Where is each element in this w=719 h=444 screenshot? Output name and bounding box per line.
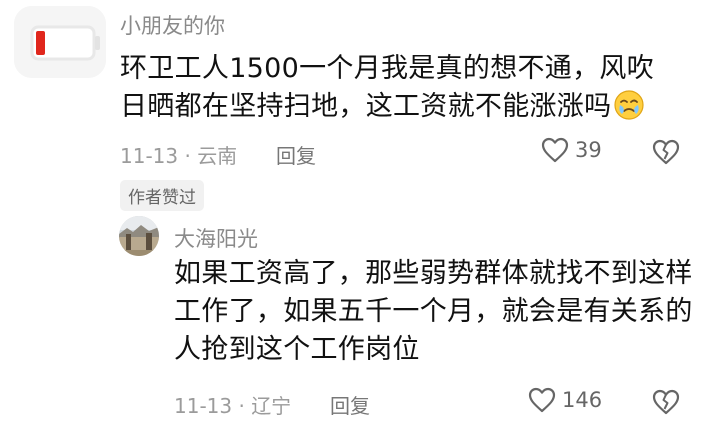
comment-text: 环卫工人1500一个月我是真的想不通，风吹日晒都在坚持扫地，这工资就不能涨涨吗	[120, 50, 680, 132]
heart-icon	[528, 387, 556, 413]
reply-username[interactable]: 大海阳光	[174, 223, 258, 253]
dislike-button[interactable]	[652, 389, 680, 419]
comment-text-content: 环卫工人1500一个月我是真的想不通，风吹日晒都在坚持扫地，这工资就不能涨涨吗	[120, 53, 655, 122]
like-button[interactable]: 39	[541, 137, 602, 163]
like-count: 39	[575, 138, 602, 162]
reply-button[interactable]: 回复	[276, 140, 316, 169]
reply-date-location: 11-13 · 辽宁	[174, 394, 292, 418]
reply-text: 如果工资高了，那些弱势群体就找不到这样工作了，如果五千一个月，就会是有关系的人抢…	[174, 258, 693, 365]
crying-face-icon	[613, 89, 645, 132]
landscape-photo-icon	[119, 216, 159, 256]
comment-date-location: 11-13 · 云南	[120, 144, 238, 168]
broken-heart-icon	[652, 139, 680, 165]
like-count: 146	[562, 388, 603, 412]
battery-low-icon	[14, 6, 106, 78]
reply-button[interactable]: 回复	[330, 390, 370, 419]
like-button[interactable]: 146	[528, 387, 602, 413]
avatar[interactable]	[14, 6, 106, 78]
dislike-button[interactable]	[652, 139, 680, 169]
author-liked-badge: 作者赞过	[120, 180, 204, 211]
broken-heart-icon	[652, 389, 680, 415]
heart-icon	[541, 137, 569, 163]
avatar[interactable]	[119, 216, 159, 256]
comment-username[interactable]: 小朋友的你	[120, 10, 225, 40]
